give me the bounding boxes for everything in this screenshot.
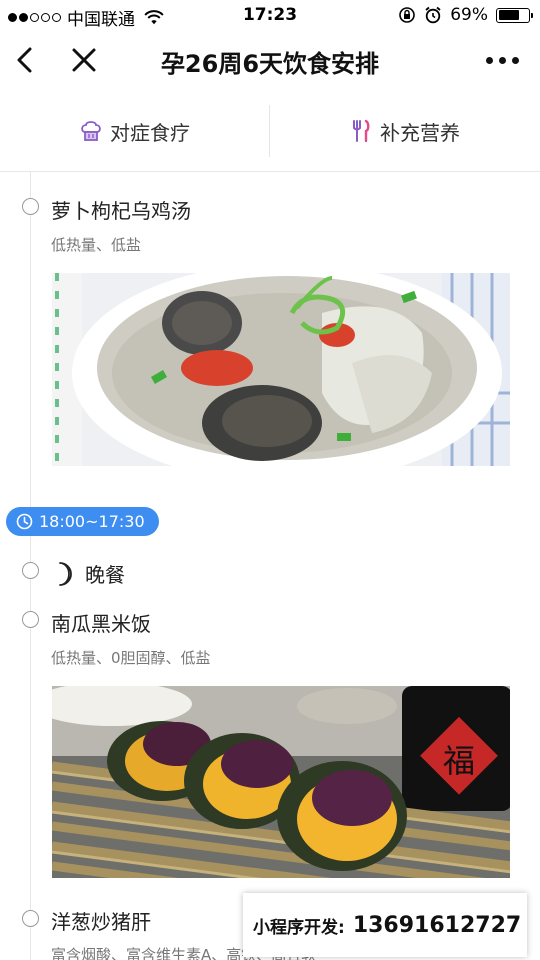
chef-hat-icon [81, 121, 101, 141]
wifi-icon [144, 9, 164, 24]
meal-header: 晚餐 [51, 559, 125, 588]
carrier-label: 中国联通 [67, 10, 135, 30]
moon-icon [59, 561, 72, 586]
time-slot-label: 18:00~17:30 [39, 512, 145, 531]
tab-symptom-diet[interactable]: 对症食疗 [0, 105, 270, 157]
timeline-node [22, 198, 39, 215]
meal-label: 晚餐 [85, 563, 125, 587]
status-left: 中国联通 [8, 5, 165, 30]
dish-tags: 低热量、0胆固醇、低盐 [51, 649, 211, 667]
svg-text:福: 福 [443, 742, 475, 780]
orientation-lock-icon [399, 7, 416, 23]
clock-icon [16, 513, 33, 530]
dish-photo-pumpkin[interactable]: 福 [52, 686, 510, 878]
dish-title[interactable]: 南瓜黑米饭 [51, 608, 151, 637]
tab-nutrition[interactable]: 补充营养 [270, 105, 540, 157]
dish-photo-soup[interactable] [52, 273, 510, 466]
time-slot-badge: 18:00~17:30 [6, 507, 159, 536]
promo-phone: 13691612727 [352, 912, 522, 938]
status-right: 69% [398, 5, 533, 25]
signal-icon [8, 13, 61, 22]
dish-title[interactable]: 洋葱炒猪肝 [51, 906, 151, 935]
timeline-node [22, 910, 39, 927]
tab-label: 对症食疗 [110, 120, 190, 145]
close-icon[interactable] [66, 42, 102, 78]
more-icon[interactable] [486, 50, 526, 70]
dish-tags: 低热量、低盐 [51, 236, 142, 254]
battery-icon [496, 7, 533, 23]
battery-percent: 69% [450, 5, 488, 25]
timeline-node [22, 611, 39, 628]
page-title: 孕26周6天饮食安排 [160, 50, 380, 78]
dish-title[interactable]: 萝卜枸杞乌鸡汤 [51, 195, 191, 224]
promo-label: 小程序开发: [253, 917, 345, 938]
alarm-icon [425, 6, 441, 24]
tab-label: 补充营养 [380, 120, 460, 145]
tab-bar: 对症食疗 补充营养 [0, 105, 540, 157]
chevron-left-icon[interactable] [8, 42, 44, 78]
status-bar: 中国联通 17:23 69% [0, 0, 540, 30]
promo-card: 小程序开发: 13691612727 [243, 893, 527, 957]
timeline-node [22, 562, 39, 579]
battery-level [498, 10, 519, 20]
nav-bar: 孕26周6天饮食安排 [0, 30, 540, 90]
tab-divider [269, 105, 270, 157]
fork-knife-icon [353, 119, 370, 143]
divider [0, 171, 540, 172]
